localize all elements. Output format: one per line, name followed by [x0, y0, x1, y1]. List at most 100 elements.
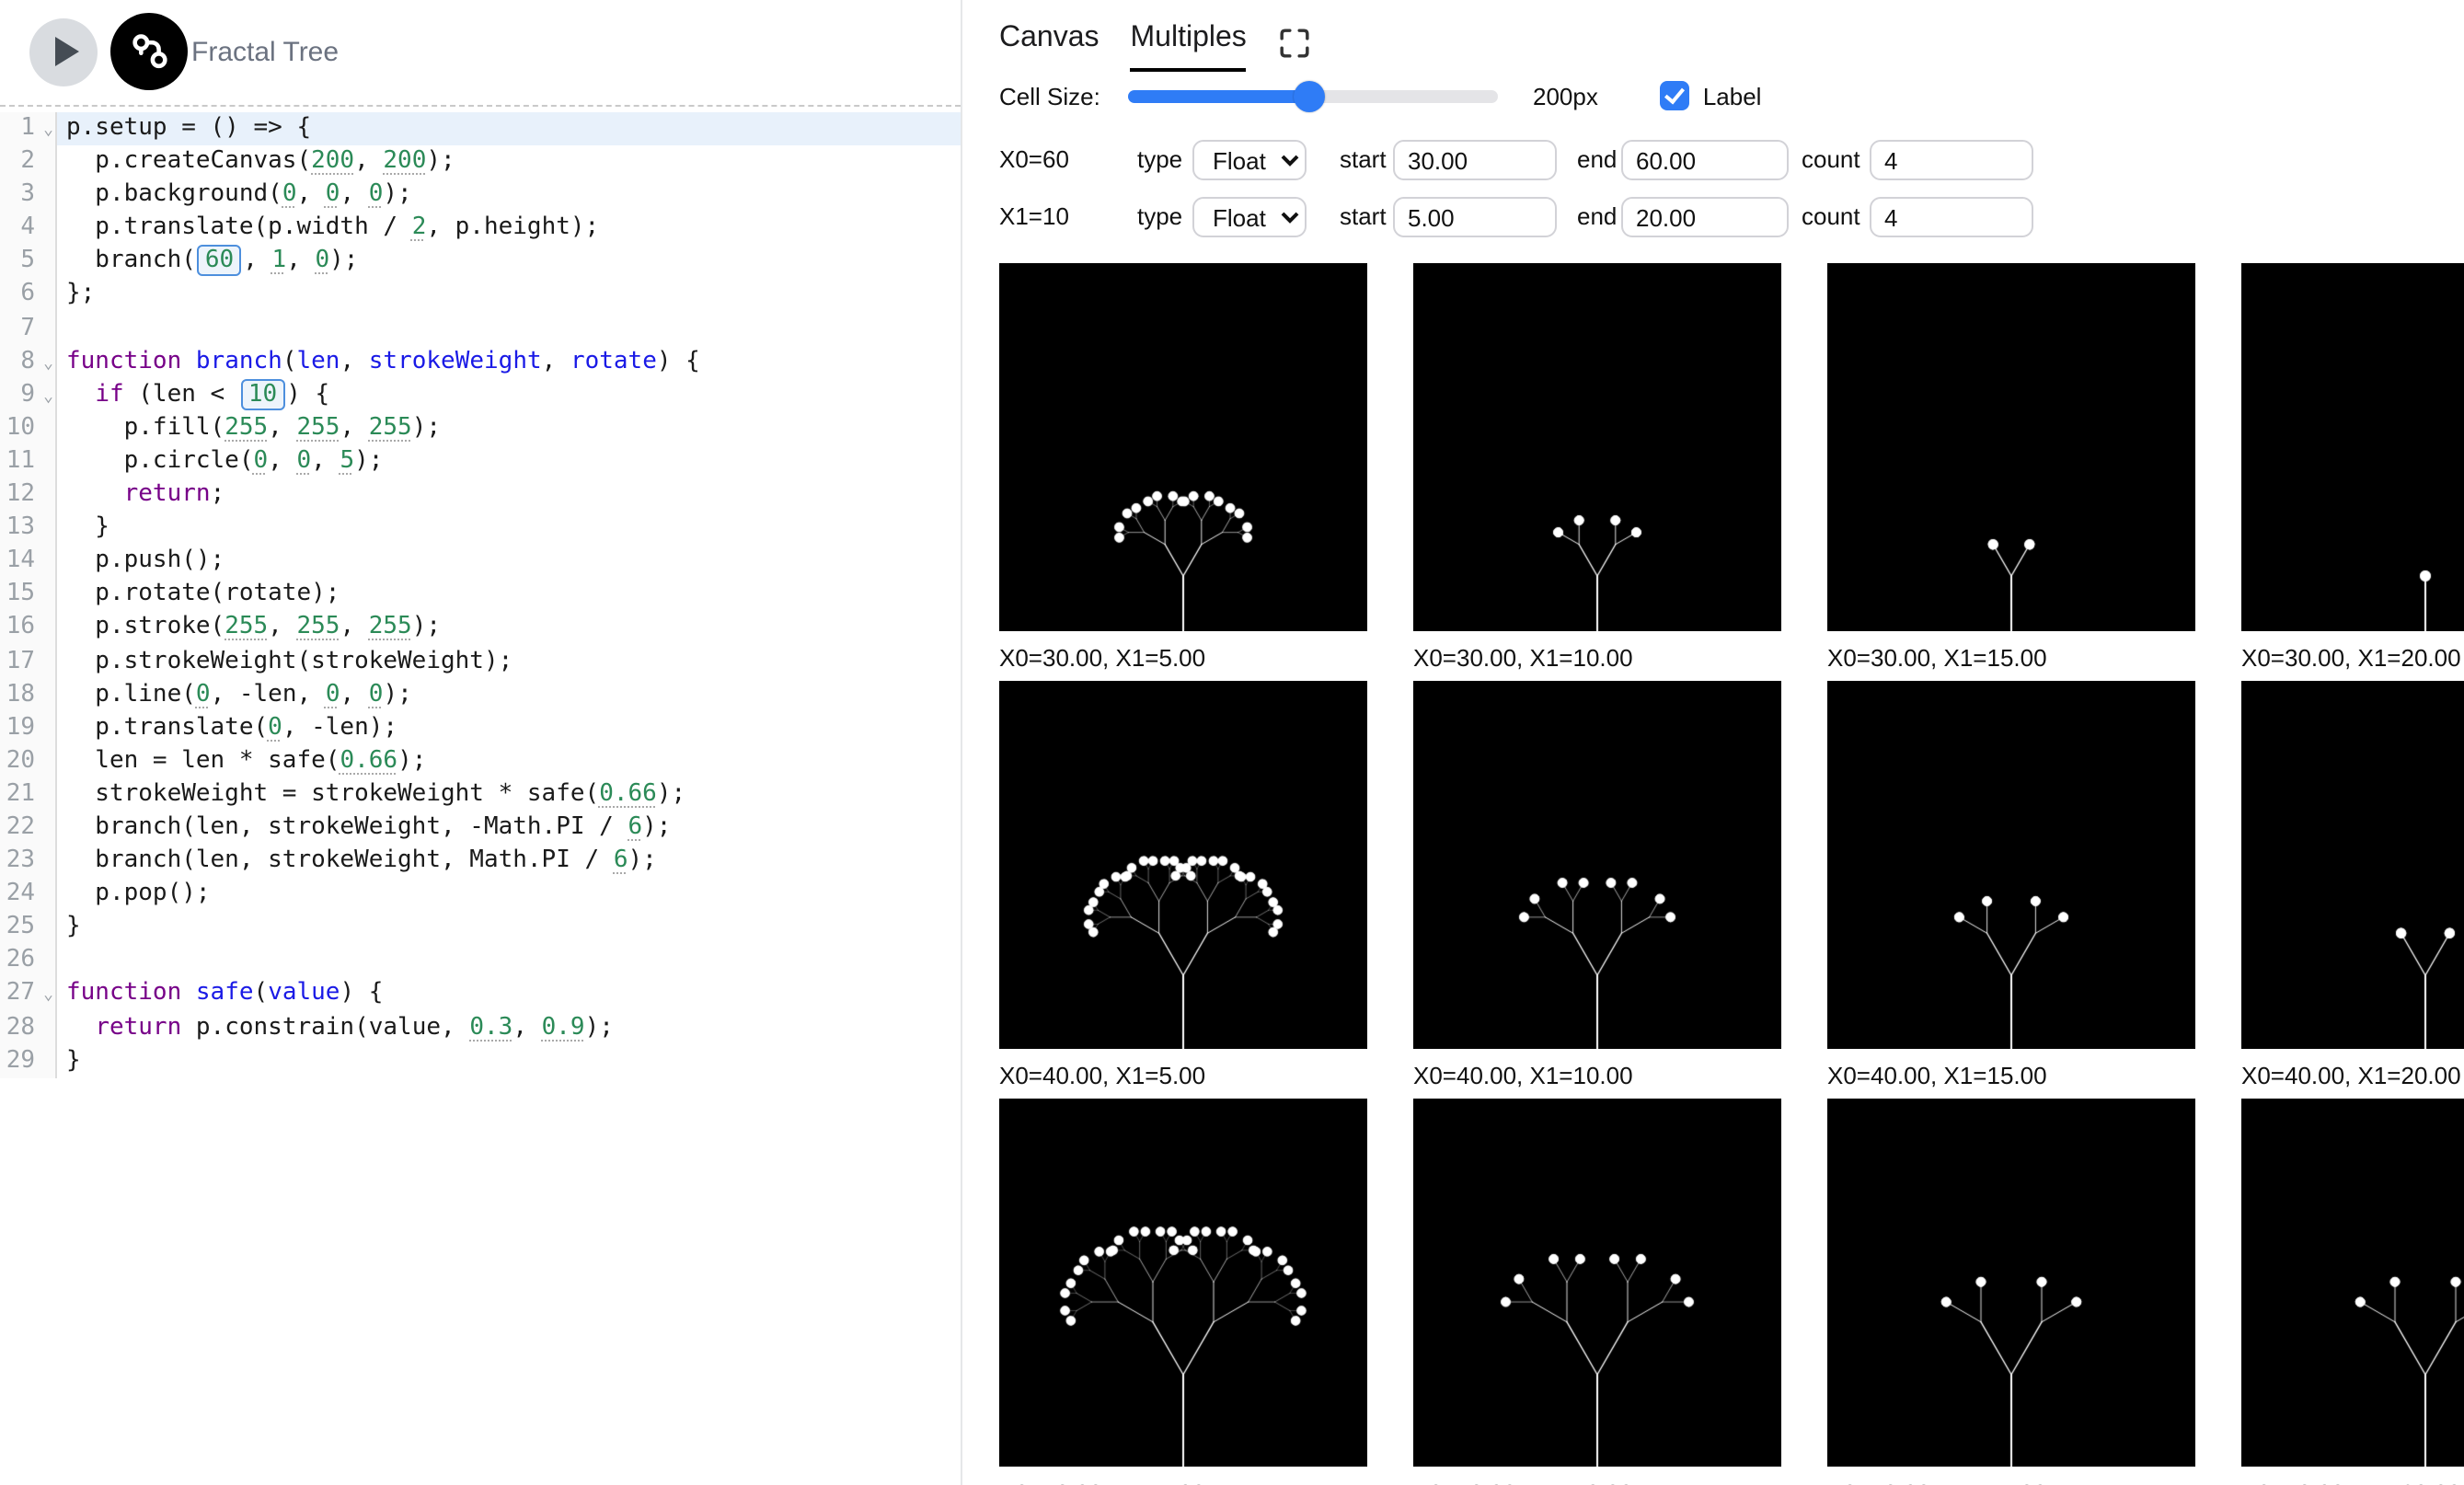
code-line[interactable]: 3 p.background(0, 0, 0); [0, 178, 961, 212]
code-line[interactable]: 8⌄function branch(len, strokeWeight, rot… [0, 345, 961, 378]
code-line-text[interactable]: p.line(0, -len, 0, 0); [57, 678, 961, 711]
number-scrubber-widget[interactable]: 10 [241, 379, 284, 410]
code-line[interactable]: 20 len = len * safe(0.66); [0, 745, 961, 778]
run-button[interactable] [29, 18, 98, 86]
param-type-select[interactable]: Float [1192, 197, 1307, 237]
code-line-text[interactable]: } [57, 1044, 961, 1077]
code-line[interactable]: 17 p.strokeWeight(strokeWeight); [0, 645, 961, 678]
code-line-text[interactable] [57, 312, 961, 345]
code-line-text[interactable]: if (len < 10) { [57, 379, 961, 412]
code-line-text[interactable]: } [57, 912, 961, 945]
code-line-text[interactable]: p.push(); [57, 545, 961, 578]
param-end-input[interactable] [1621, 197, 1789, 237]
code-line[interactable]: 7 [0, 312, 961, 345]
line-number: 9⌄ [0, 379, 57, 412]
code-line[interactable]: 15 p.rotate(rotate); [0, 579, 961, 612]
multiples-cell: X0=50.00, X1=10.00 [1413, 1099, 1781, 1485]
tab-canvas[interactable]: Canvas [999, 22, 1100, 68]
code-line-text[interactable]: p.translate(p.width / 2, p.height); [57, 213, 961, 246]
param-start-input[interactable] [1393, 140, 1557, 180]
code-line-text[interactable]: function branch(len, strokeWeight, rotat… [57, 345, 961, 378]
code-line-text[interactable]: p.background(0, 0, 0); [57, 178, 961, 212]
fold-arrow-icon[interactable]: ⌄ [43, 347, 53, 380]
fold-arrow-icon[interactable]: ⌄ [43, 114, 53, 147]
fold-arrow-icon[interactable]: ⌄ [43, 980, 53, 1013]
param-count-input[interactable] [1870, 140, 2033, 180]
code-line[interactable]: 27⌄function safe(value) { [0, 978, 961, 1011]
cell-param-label: X0=30.00, X1=20.00 [2241, 644, 2464, 672]
code-line-text[interactable]: function safe(value) { [57, 978, 961, 1011]
code-line[interactable]: 19 p.translate(0, -len); [0, 711, 961, 744]
multiples-cell: X0=40.00, X1=15.00 [1827, 681, 2195, 1089]
line-number: 15 [0, 579, 57, 612]
type-label: type [1137, 145, 1182, 173]
code-line-text[interactable]: branch(len, strokeWeight, Math.PI / 6); [57, 845, 961, 878]
cell-size-slider[interactable] [1128, 89, 1498, 102]
code-line-text[interactable]: p.setup = () => { [57, 112, 961, 145]
code-line-text[interactable]: return p.constrain(value, 0.3, 0.9); [57, 1011, 961, 1044]
tab-multiples[interactable]: Multiples [1131, 22, 1247, 72]
code-line[interactable]: 28 return p.constrain(value, 0.3, 0.9); [0, 1011, 961, 1044]
code-line[interactable]: 22 branch(len, strokeWeight, -Math.PI / … [0, 812, 961, 845]
multiples-grid[interactable]: X0=30.00, X1=5.00X0=30.00, X1=10.00X0=30… [999, 263, 2464, 1485]
code-line-text[interactable]: p.stroke(255, 255, 255); [57, 612, 961, 645]
code-line-text[interactable] [57, 945, 961, 978]
code-line[interactable]: 29} [0, 1044, 961, 1077]
code-line[interactable]: 11 p.circle(0, 0, 5); [0, 445, 961, 478]
multiples-cell: X0=40.00, X1=5.00 [999, 681, 1367, 1089]
code-line[interactable]: 5 branch(60, 1, 0); [0, 246, 961, 279]
code-line[interactable]: 10 p.fill(255, 255, 255); [0, 412, 961, 445]
code-line[interactable]: 13 } [0, 512, 961, 545]
tree-canvas [1827, 681, 2195, 1049]
code-line-text[interactable]: p.strokeWeight(strokeWeight); [57, 645, 961, 678]
code-line-text[interactable]: p.createCanvas(200, 200); [57, 145, 961, 178]
code-editor[interactable]: 1⌄p.setup = () => {2 p.createCanvas(200,… [0, 105, 961, 1077]
param-type-select[interactable]: Float [1192, 140, 1307, 180]
code-line-text[interactable]: branch(60, 1, 0); [57, 246, 961, 279]
code-line-text[interactable]: } [57, 512, 961, 545]
param-count-input[interactable] [1870, 197, 2033, 237]
code-line-text[interactable]: }; [57, 279, 961, 312]
code-line-text[interactable]: p.fill(255, 255, 255); [57, 412, 961, 445]
cell-size-label: Cell Size: [999, 82, 1128, 109]
fold-arrow-icon[interactable]: ⌄ [43, 381, 53, 414]
line-number: 20 [0, 745, 57, 778]
code-line[interactable]: 4 p.translate(p.width / 2, p.height); [0, 213, 961, 246]
code-line[interactable]: 9⌄ if (len < 10) { [0, 379, 961, 412]
code-line-text[interactable]: branch(len, strokeWeight, -Math.PI / 6); [57, 812, 961, 845]
line-number: 3 [0, 178, 57, 212]
code-line[interactable]: 18 p.line(0, -len, 0, 0); [0, 678, 961, 711]
param-end-input[interactable] [1621, 140, 1789, 180]
tree-canvas [999, 1099, 1367, 1467]
code-line[interactable]: 6}; [0, 279, 961, 312]
code-line[interactable]: 24 p.pop(); [0, 878, 961, 911]
label-checkbox[interactable] [1661, 81, 1690, 110]
code-line-text[interactable]: strokeWeight = strokeWeight * safe(0.66)… [57, 778, 961, 812]
code-line[interactable]: 23 branch(len, strokeWeight, Math.PI / 6… [0, 845, 961, 878]
code-line[interactable]: 21 strokeWeight = strokeWeight * safe(0.… [0, 778, 961, 812]
code-line[interactable]: 2 p.createCanvas(200, 200); [0, 145, 961, 178]
view-tabs: Canvas Multiples [999, 22, 1313, 72]
code-line[interactable]: 16 p.stroke(255, 255, 255); [0, 612, 961, 645]
code-line-text[interactable]: len = len * safe(0.66); [57, 745, 961, 778]
code-line-text[interactable]: return; [57, 478, 961, 512]
multiples-cell: X0=40.00, X1=20.00 [2241, 681, 2464, 1089]
multiples-cell: X0=50.00, X1=5.00 [999, 1099, 1367, 1485]
code-line-text[interactable]: p.translate(0, -len); [57, 711, 961, 744]
cell-param-label: X0=30.00, X1=5.00 [999, 644, 1367, 672]
line-number: 12 [0, 478, 57, 512]
code-line[interactable]: 14 p.push(); [0, 545, 961, 578]
line-number: 22 [0, 812, 57, 845]
number-scrubber-widget[interactable]: 60 [198, 246, 241, 277]
tree-canvas [2241, 263, 2464, 631]
tangle-logo-icon[interactable] [110, 13, 188, 90]
code-line-text[interactable]: p.rotate(rotate); [57, 579, 961, 612]
code-line-text[interactable]: p.circle(0, 0, 5); [57, 445, 961, 478]
fullscreen-icon[interactable] [1278, 26, 1313, 61]
code-line[interactable]: 25} [0, 912, 961, 945]
param-start-input[interactable] [1393, 197, 1557, 237]
code-line[interactable]: 26 [0, 945, 961, 978]
code-line[interactable]: 1⌄p.setup = () => { [0, 112, 961, 145]
code-line-text[interactable]: p.pop(); [57, 878, 961, 911]
code-line[interactable]: 12 return; [0, 478, 961, 512]
